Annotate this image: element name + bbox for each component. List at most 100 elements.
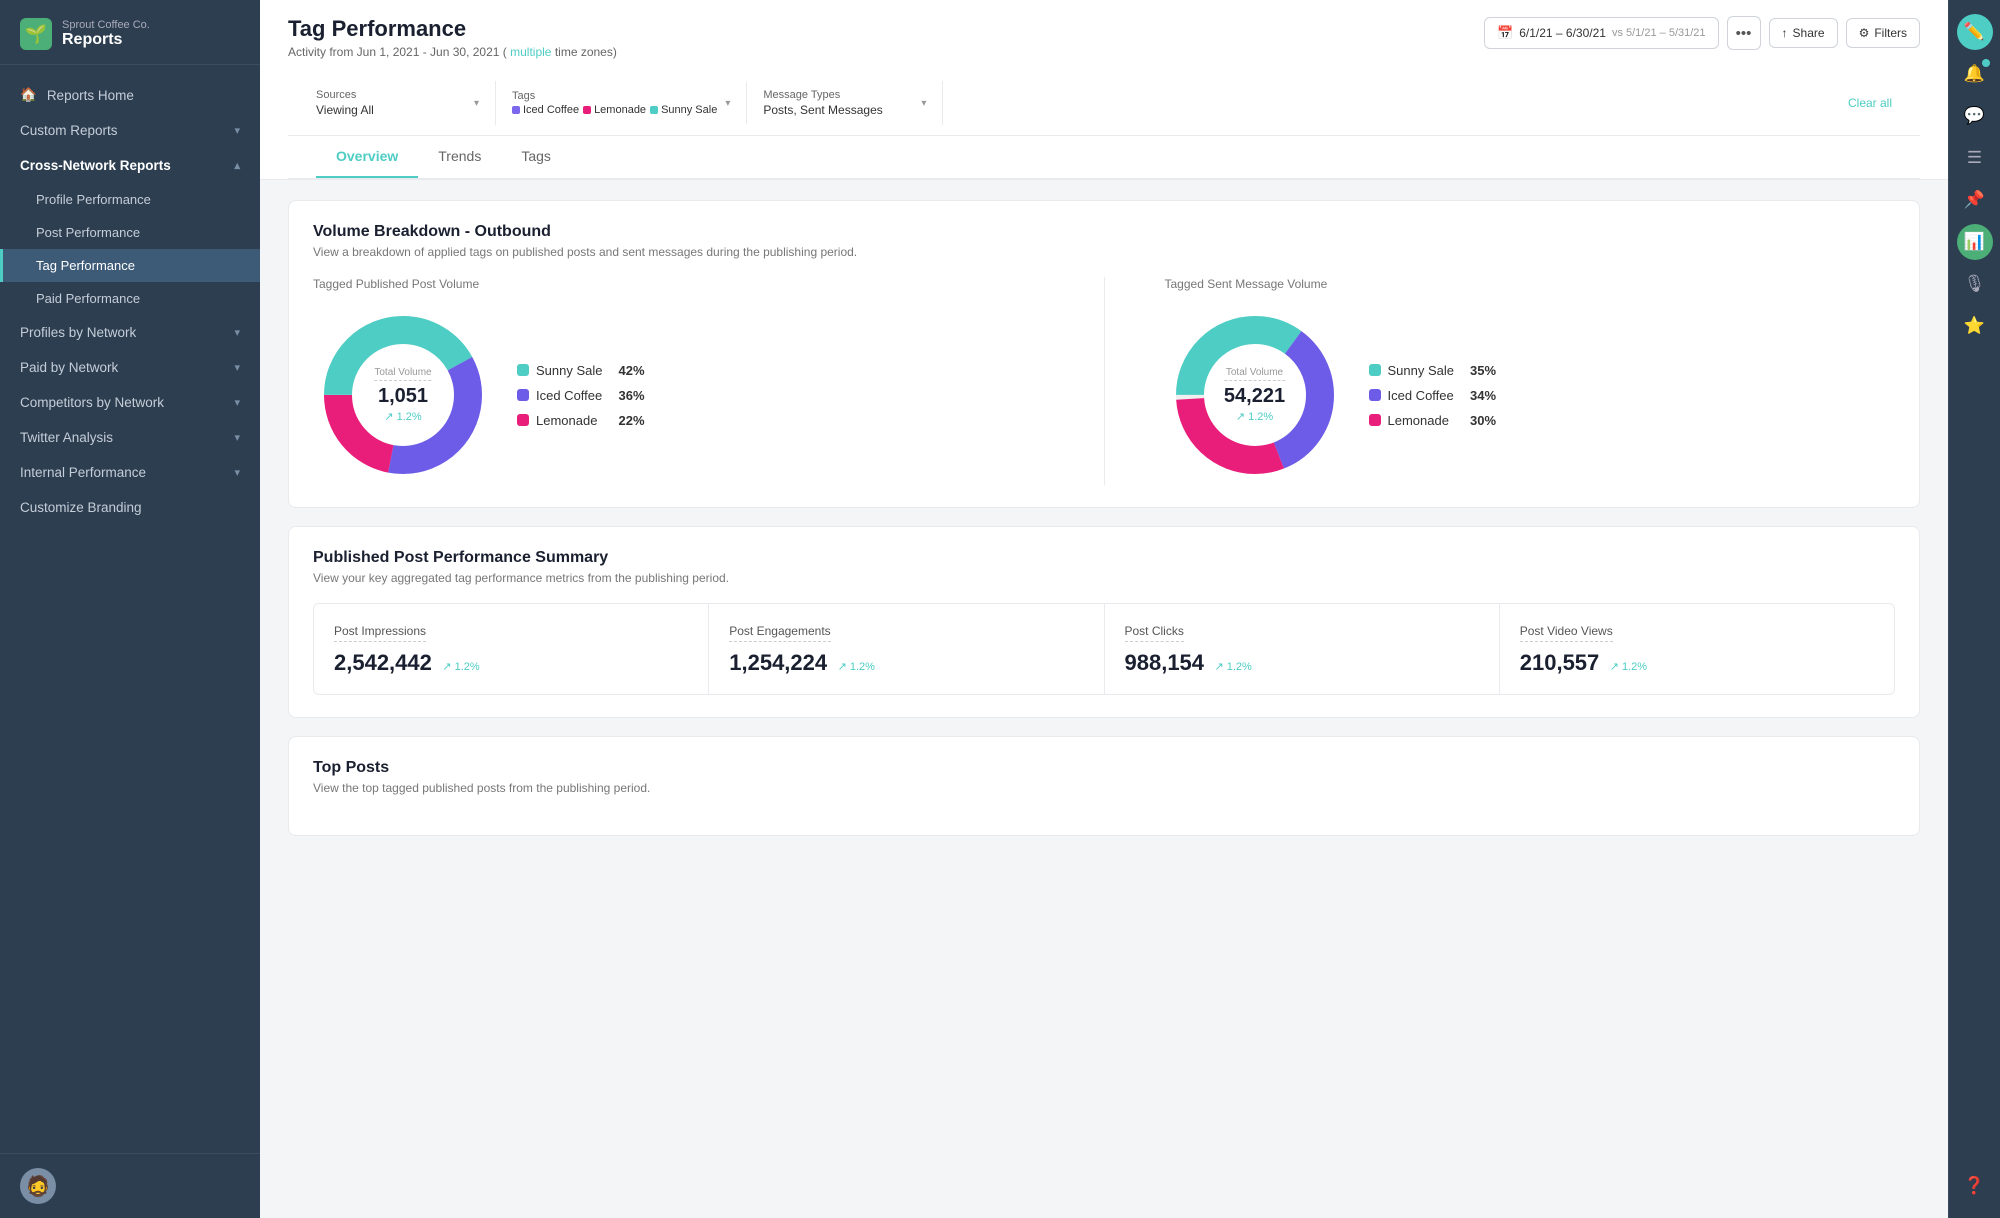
left-donut-chart: Total Volume 1,051 ↗ 1.2% <box>313 305 493 485</box>
right-donut-center: Total Volume 54,221 ↗ 1.2% <box>1224 367 1285 423</box>
message-types-filter[interactable]: Message Types Posts, Sent Messages ▾ <box>763 81 943 125</box>
sidebar-item-post-performance[interactable]: Post Performance <box>0 216 260 249</box>
charts-row: Tagged Published Post Volume <box>313 277 1895 485</box>
sidebar-item-label: Reports Home <box>47 88 134 103</box>
right-icon-bar: ✏️ 🔔 💬 ☰ 📌 📊 🎙 ⭐ ❓ <box>1948 0 2000 1218</box>
share-button[interactable]: ↑ Share <box>1769 18 1838 48</box>
clear-all-button[interactable]: Clear all <box>1848 96 1892 110</box>
listen-icon[interactable]: 🎙 <box>1957 266 1993 302</box>
sources-value: Viewing All <box>316 103 374 117</box>
sidebar-item-twitter-analysis[interactable]: Twitter Analysis ▾ <box>0 420 260 455</box>
post-engagements-trend: ↗ 1.2% <box>838 661 875 673</box>
post-clicks-value: 988,154 <box>1125 650 1205 675</box>
sidebar: 🌱 Sprout Coffee Co. Reports 🏠 Reports Ho… <box>0 0 260 1218</box>
message-types-chevron-icon: ▾ <box>921 98 926 109</box>
tags-chevron-icon: ▾ <box>725 98 730 109</box>
sidebar-item-competitors-by-network[interactable]: Competitors by Network ▾ <box>0 385 260 420</box>
date-range-button[interactable]: 📅 6/1/21 – 6/30/21 vs 5/1/21 – 5/31/21 <box>1484 17 1719 49</box>
volume-breakdown-subtitle: View a breakdown of applied tags on publ… <box>313 245 1895 259</box>
home-icon: 🏠 <box>20 87 37 103</box>
company-name: Sprout Coffee Co. <box>62 19 150 31</box>
post-clicks-trend: ↗ 1.2% <box>1214 661 1251 673</box>
calendar-icon: 📅 <box>1497 25 1513 41</box>
sidebar-item-profiles-by-network[interactable]: Profiles by Network ▾ <box>0 315 260 350</box>
lemonade-legend-dot <box>517 414 529 426</box>
stats-row: Post Impressions 2,542,442 ↗ 1.2% Post E… <box>313 603 1895 695</box>
compose-icon[interactable]: ✏️ <box>1957 14 1993 50</box>
volume-breakdown-card: Volume Breakdown - Outbound View a break… <box>288 200 1920 508</box>
cross-network-children: Profile Performance Post Performance Tag… <box>0 183 260 315</box>
legend-item: Sunny Sale 35% <box>1369 363 1497 378</box>
tag-lemonade: Lemonade <box>583 104 646 116</box>
messages-icon[interactable]: 💬 <box>1957 98 1993 134</box>
brand-text: Sprout Coffee Co. Reports <box>62 19 150 49</box>
top-posts-card: Top Posts View the top tagged published … <box>288 736 1920 836</box>
chevron-down-icon: ▾ <box>234 361 240 374</box>
brand-icon: 🌱 <box>20 18 52 50</box>
sidebar-item-customize-branding[interactable]: Customize Branding <box>0 490 260 525</box>
tags-value: Iced Coffee Lemonade Sunny Sale <box>512 104 717 116</box>
post-impressions-trend: ↗ 1.2% <box>442 661 479 673</box>
sidebar-item-reports-home[interactable]: 🏠 Reports Home <box>0 77 260 113</box>
more-options-button[interactable]: ••• <box>1727 16 1761 50</box>
tab-overview[interactable]: Overview <box>316 136 418 178</box>
sidebar-item-paid-performance[interactable]: Paid Performance <box>0 282 260 315</box>
sidebar-brand: 🌱 Sprout Coffee Co. Reports <box>0 0 260 65</box>
sidebar-item-profile-performance[interactable]: Profile Performance <box>0 183 260 216</box>
help-icon[interactable]: ❓ <box>1957 1168 1993 1204</box>
sources-filter[interactable]: Sources Viewing All ▾ <box>316 81 496 125</box>
chevron-down-icon: ▾ <box>234 466 240 479</box>
post-clicks-label: Post Clicks <box>1125 624 1184 642</box>
sidebar-item-custom-reports[interactable]: Custom Reports ▾ <box>0 113 260 148</box>
message-types-value: Posts, Sent Messages <box>763 103 882 117</box>
page-header: Tag Performance Activity from Jun 1, 202… <box>260 0 1948 180</box>
chevron-up-icon: ▴ <box>234 159 240 172</box>
share-icon: ↑ <box>1782 26 1788 40</box>
chevron-down-icon: ▾ <box>234 431 240 444</box>
avatar[interactable]: 🧔 <box>20 1168 56 1204</box>
post-performance-card: Published Post Performance Summary View … <box>288 526 1920 718</box>
stat-post-clicks: Post Clicks 988,154 ↗ 1.2% <box>1105 604 1500 694</box>
notification-badge <box>1982 59 1990 67</box>
post-performance-title: Published Post Performance Summary <box>313 549 1895 567</box>
right-total-value: 54,221 <box>1224 385 1285 408</box>
filters-button[interactable]: ⚙ Filters <box>1846 18 1920 48</box>
iced-coffee-dot <box>512 106 520 114</box>
more-icon: ••• <box>1736 25 1752 42</box>
stat-post-impressions: Post Impressions 2,542,442 ↗ 1.2% <box>314 604 709 694</box>
tasks-icon[interactable]: ☰ <box>1957 140 1993 176</box>
chevron-down-icon: ▾ <box>234 396 240 409</box>
tags-filter[interactable]: Tags Iced Coffee Lemonade Sunny Sale <box>512 82 747 124</box>
page-subtitle: Activity from Jun 1, 2021 - Jun 30, 2021… <box>288 45 617 59</box>
stat-post-video-views: Post Video Views 210,557 ↗ 1.2% <box>1500 604 1894 694</box>
left-donut-center: Total Volume 1,051 ↗ 1.2% <box>374 367 431 423</box>
legend-item: Lemonade 30% <box>1369 413 1497 428</box>
custom-reports-label: Custom Reports <box>20 123 118 138</box>
post-performance-subtitle: View your key aggregated tag performance… <box>313 571 1895 585</box>
chart-divider <box>1104 277 1105 485</box>
sidebar-item-internal-performance[interactable]: Internal Performance ▾ <box>0 455 260 490</box>
top-posts-subtitle: View the top tagged published posts from… <box>313 781 1895 795</box>
analytics-icon[interactable]: 📊 <box>1957 224 1993 260</box>
tabs-bar: Overview Trends Tags <box>288 136 1920 179</box>
sidebar-section-cross-network[interactable]: Cross-Network Reports ▴ <box>0 148 260 183</box>
reviews-icon[interactable]: ⭐ <box>1957 308 1993 344</box>
left-chart-block: Tagged Published Post Volume <box>313 277 1044 485</box>
left-chart-legend: Sunny Sale 42% Iced Coffee 36% <box>517 363 645 428</box>
top-posts-title: Top Posts <box>313 759 1895 777</box>
app-name: Reports <box>62 31 150 49</box>
multiple-timezones-link[interactable]: multiple <box>510 45 551 59</box>
iced-coffee-legend-dot <box>517 389 529 401</box>
sources-chevron-icon: ▾ <box>474 98 479 109</box>
sunny-sale-dot <box>650 106 658 114</box>
sidebar-item-paid-by-network[interactable]: Paid by Network ▾ <box>0 350 260 385</box>
sources-label: Sources <box>316 89 374 101</box>
tab-trends[interactable]: Trends <box>418 136 501 178</box>
publish-icon[interactable]: 📌 <box>1957 182 1993 218</box>
sidebar-item-tag-performance[interactable]: Tag Performance <box>0 249 260 282</box>
post-engagements-value: 1,254,224 <box>729 650 827 675</box>
volume-breakdown-title: Volume Breakdown - Outbound <box>313 223 1895 241</box>
tab-tags[interactable]: Tags <box>501 136 571 178</box>
header-actions: 📅 6/1/21 – 6/30/21 vs 5/1/21 – 5/31/21 •… <box>1484 16 1920 50</box>
notifications-icon[interactable]: 🔔 <box>1957 56 1993 92</box>
